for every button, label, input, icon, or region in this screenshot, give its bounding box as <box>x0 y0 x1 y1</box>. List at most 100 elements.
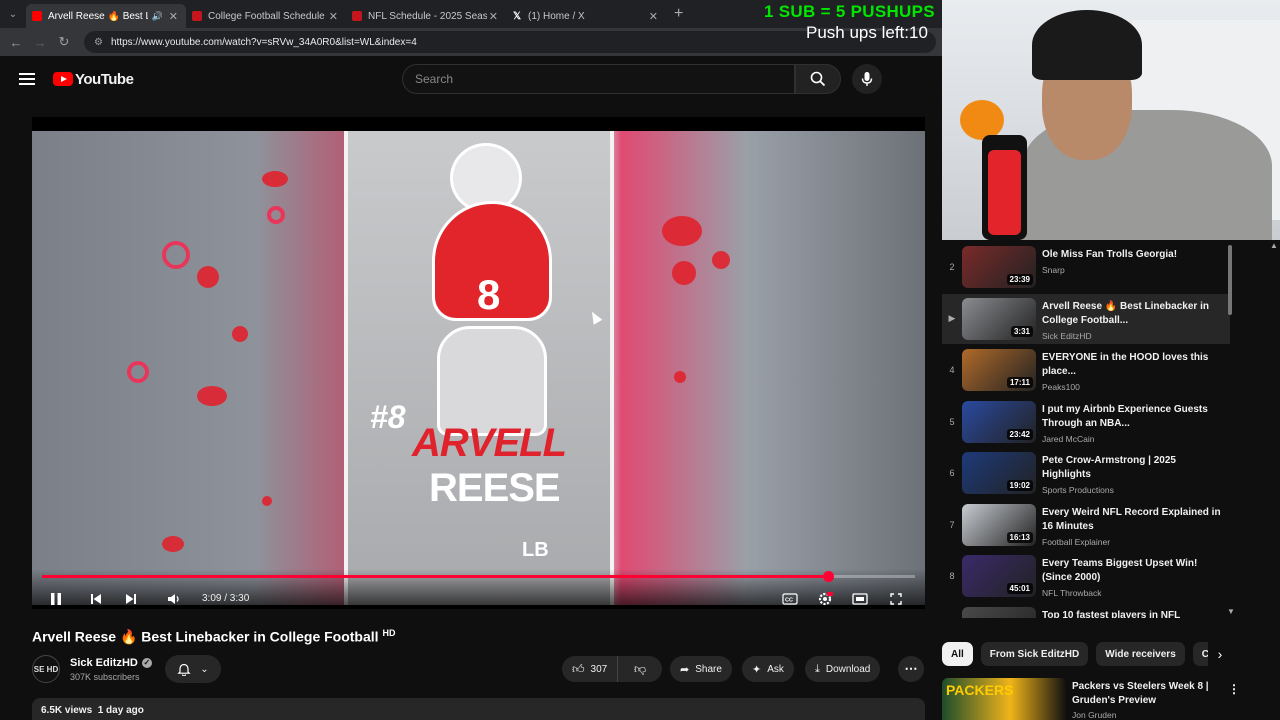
pause-button[interactable] <box>46 591 66 607</box>
playlist-item-title[interactable]: EVERYONE in the HOOD loves this place... <box>1042 351 1222 379</box>
captions-button[interactable]: CC <box>780 591 800 607</box>
playlist-item[interactable]: ▶ 3:31 Arvell Reese 🔥 Best Linebacker in C… <box>942 293 1230 344</box>
next-button[interactable] <box>121 591 141 607</box>
playlist-item[interactable]: 4 17:11 EVERYONE in the HOOD loves this pl… <box>942 345 1230 395</box>
playlist-item[interactable]: 2 23:39 Ole Miss Fan Trolls Georgia! Snarp <box>942 242 1230 292</box>
beanie-hat <box>1032 10 1142 80</box>
close-icon[interactable]: ✕ <box>487 10 500 23</box>
volume-button[interactable] <box>164 591 184 607</box>
duration-badge: 16:13 <box>1006 531 1033 543</box>
tab-title: NFL Schedule - 2025 Season - E <box>368 10 487 22</box>
notification-bell-button[interactable]: ⌄ <box>165 655 221 683</box>
playlist-item-title[interactable]: Top 10 fastest players in NFL <box>1042 609 1222 619</box>
player-controls: 3:09 / 3:30 CC <box>32 569 925 609</box>
download-button[interactable]: ⤓ Download <box>805 656 881 682</box>
playlist-thumbnail[interactable]: 45:01 <box>962 555 1036 597</box>
streamer-webcam <box>942 0 1280 240</box>
svg-text:CC: CC <box>785 598 793 604</box>
tab-nfl-schedule[interactable]: NFL Schedule - 2025 Season - E ✕ <box>346 4 506 28</box>
scroll-up-arrow-icon[interactable]: ▲ <box>1270 241 1278 250</box>
playlist-item[interactable]: 5 23:42 I put my Airbnb Experience Guests … <box>942 397 1230 447</box>
tab-youtube[interactable]: Arvell Reese 🔥 Best Lineb 🔊 ✕ <box>26 4 186 28</box>
close-icon[interactable]: ✕ <box>647 10 660 23</box>
pumpkin-decoration <box>960 100 1004 140</box>
chevron-right-icon[interactable]: › <box>1208 642 1232 666</box>
reload-icon[interactable]: ↻ <box>52 34 76 50</box>
hamburger-menu-icon[interactable] <box>19 70 35 88</box>
pause-icon <box>51 593 61 605</box>
new-tab-plus-icon[interactable]: + <box>674 5 683 23</box>
playlist-item-title[interactable]: I put my Airbnb Experience Guests Throug… <box>1042 403 1222 431</box>
chip-wide-receivers[interactable]: Wide receivers <box>1096 642 1185 666</box>
channel-name[interactable]: Sick EditzHD <box>70 657 138 669</box>
chip-all[interactable]: All <box>942 642 973 666</box>
screen: ⌄ Arvell Reese 🔥 Best Lineb 🔊 ✕ College … <box>0 0 1280 720</box>
search-button[interactable] <box>795 64 841 94</box>
settings-button[interactable] <box>815 591 835 607</box>
description-box[interactable]: 6.5K views 1 day ago <box>32 698 925 720</box>
playlist-item[interactable]: 7 16:13 Every Weird NFL Record Explained i… <box>942 500 1230 550</box>
forward-arrow-icon[interactable]: → <box>28 35 52 50</box>
youtube-header: YouTube <box>0 56 942 102</box>
playlist-item-title[interactable]: Arvell Reese 🔥 Best Linebacker in Colleg… <box>1042 300 1222 328</box>
fullscreen-button[interactable] <box>886 591 906 607</box>
playlist-index: 8 <box>949 571 955 581</box>
playlist-thumbnail[interactable]: 3:31 <box>962 297 1036 340</box>
microphone-light <box>988 150 1021 235</box>
playlist-item-title[interactable]: Every Weird NFL Record Explained in 16 M… <box>1042 506 1222 534</box>
playlist-item[interactable]: 8 45:01 Every Teams Biggest Upset Win! (Si… <box>942 551 1230 601</box>
subscriber-count: 307K subscribers <box>70 671 140 682</box>
playlist-thumbnail[interactable]: 23:42 <box>962 400 1036 443</box>
search-box[interactable] <box>402 64 795 94</box>
close-icon[interactable]: ✕ <box>167 10 180 23</box>
progress-bar[interactable] <box>42 571 915 582</box>
ask-button[interactable]: ✦ Ask <box>742 656 794 682</box>
more-vert-icon[interactable]: ⋮ <box>1228 682 1240 696</box>
back-arrow-icon[interactable]: ← <box>4 35 28 50</box>
like-button[interactable]: 👍︎ 307 <box>562 656 619 682</box>
previous-button[interactable] <box>86 591 106 607</box>
playlist-item-title[interactable]: Pete Crow-Armstrong | 2025 Highlights <box>1042 454 1222 482</box>
playlist-item[interactable]: 6 19:02 Pete Crow-Armstrong | 2025 Highlig… <box>942 448 1230 498</box>
share-button[interactable]: ➦ Share <box>670 656 732 682</box>
tab-title: College Football Schedule - 202 <box>208 10 327 22</box>
like-count: 307 <box>590 663 608 675</box>
tab-search-icon[interactable]: ⌄ <box>0 0 26 28</box>
playlist-item-channel: Snarp <box>1042 265 1065 275</box>
duration-badge: 19:02 <box>1006 480 1033 491</box>
playlist-thumbnail[interactable]: 17:11 <box>962 349 1036 391</box>
playlist-item-title[interactable]: Every Teams Biggest Upset Win! (Since 20… <box>1042 557 1222 585</box>
playlist-item-channel: Jared McCain <box>1042 433 1095 444</box>
progress-scrubber[interactable] <box>822 571 834 582</box>
share-action: ➦ Share <box>670 656 732 682</box>
chip-from-channel[interactable]: From Sick EditzHD <box>980 642 1089 666</box>
video-player[interactable]: 8 #8 ARVELL REESE LB 3:09 / 3:30 CC <box>32 117 925 609</box>
recommended-title[interactable]: Packers vs Steelers Week 8 | Gruden's Pr… <box>1072 680 1222 708</box>
recommended-thumbnail[interactable]: PACKERS <box>942 678 1066 720</box>
playlist-thumbnail[interactable]: 23:39 <box>962 246 1036 288</box>
search-input[interactable] <box>415 72 794 86</box>
recommended-video[interactable]: PACKERS Packers vs Steelers Week 8 | Gru… <box>942 678 1238 720</box>
more-actions-button[interactable]: ⋯ <box>898 656 924 682</box>
channel-name-row[interactable]: Sick EditzHD ✓ <box>70 657 152 669</box>
speaker-icon[interactable]: 🔊 <box>152 11 163 22</box>
playlist-thumbnail[interactable]: 19:02 <box>962 452 1036 494</box>
playlist-item-channel: Sports Productions <box>1042 485 1114 495</box>
tab-college-schedule[interactable]: College Football Schedule - 202 ✕ <box>186 4 346 28</box>
tab-x-home[interactable]: 𝕏 (1) Home / X ✕ <box>506 4 666 28</box>
site-info-icon[interactable]: ⚙ <box>94 37 103 48</box>
playlist-thumbnail[interactable] <box>962 606 1036 618</box>
scroll-down-arrow-icon[interactable]: ▼ <box>1227 607 1235 616</box>
dislike-button[interactable]: 👎︎ <box>618 662 662 677</box>
theater-mode-button[interactable] <box>850 591 870 607</box>
channel-avatar[interactable]: SE HD <box>32 655 60 683</box>
playlist-item-channel: NFL Throwback <box>1042 588 1102 598</box>
youtube-play-logo-icon <box>53 72 73 86</box>
close-icon[interactable]: ✕ <box>327 10 340 23</box>
voice-search-button[interactable] <box>852 64 882 94</box>
playlist-scrollbar[interactable] <box>1228 245 1232 315</box>
playlist-item[interactable]: 9 Top 10 fastest players in NFL <box>942 603 1230 619</box>
playlist-item-title[interactable]: Ole Miss Fan Trolls Georgia! <box>1042 248 1222 262</box>
playlist-thumbnail[interactable]: 16:13 <box>962 503 1036 546</box>
youtube-logo[interactable]: YouTube <box>53 71 134 88</box>
